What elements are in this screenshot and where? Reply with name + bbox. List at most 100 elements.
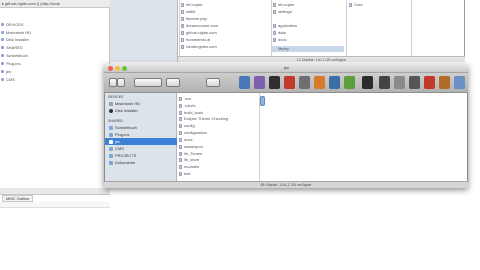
app-icon[interactable] (379, 76, 390, 89)
file-item[interactable]: lib_store (179, 157, 199, 163)
file-item[interactable]: .svn (179, 96, 191, 102)
window-titlebar[interactable]: jen (104, 64, 468, 73)
terminal-icon[interactable] (269, 76, 280, 89)
folder-icon (109, 147, 113, 151)
tree-node-icon (1, 78, 4, 81)
app-icon[interactable] (454, 76, 465, 89)
folder-icon (273, 3, 276, 7)
sidebar-section-devices: DEVICES (108, 95, 124, 99)
column-scroller[interactable] (260, 96, 265, 106)
forward-button[interactable] (117, 78, 125, 87)
folder-icon (179, 97, 182, 101)
app-icon[interactable] (394, 76, 405, 89)
breadcrumb[interactable]: ▸ github-rights.com § (http://svnk (2, 2, 60, 6)
tree-item[interactable]: jen (1, 69, 11, 75)
folder-icon (181, 3, 184, 7)
file-item[interactable]: test (179, 171, 190, 177)
tab-mmc-outline[interactable]: MMC Outline (2, 195, 34, 202)
close-button[interactable] (108, 66, 113, 71)
tree-node-icon (1, 70, 4, 73)
app-icon[interactable] (344, 76, 355, 89)
list-item[interactable]: flumme.php (181, 16, 207, 22)
folder-icon (109, 126, 113, 130)
folder-icon (181, 10, 184, 14)
file-column: .svn .cdn/in build_tools Eclipse Theme C… (178, 93, 260, 181)
list-item[interactable]: dreamcourse.com (181, 23, 218, 29)
folder-icon (179, 158, 182, 162)
disk-icon (109, 102, 113, 106)
file-item[interactable]: configuration (179, 130, 207, 136)
finder-sidebar: DEVICES Macintosh HD Disk Installer SHAR… (105, 93, 177, 181)
action-button[interactable] (206, 78, 220, 87)
folder-icon (179, 111, 182, 115)
tree-item[interactable]: DEVICES (1, 22, 24, 28)
finder-toolbar (104, 73, 468, 93)
tree-item[interactable]: Macintosh HD (1, 30, 31, 36)
list-item[interactable]: library (272, 46, 344, 52)
folder-icon (181, 17, 184, 21)
app-icon[interactable] (239, 76, 250, 89)
list-item[interactable]: application (273, 23, 297, 29)
column-divider (179, 0, 180, 62)
app-icon[interactable] (314, 76, 325, 89)
back-button[interactable] (109, 78, 117, 87)
app-icon[interactable] (439, 76, 450, 89)
file-item[interactable]: config (179, 123, 195, 129)
list-item[interactable]: Core (349, 2, 363, 8)
column-divider (411, 0, 412, 62)
list-item[interactable]: htf.copter (181, 2, 203, 8)
sidebar-section-shared: SHARED (108, 119, 123, 123)
file-item[interactable]: .cdn/in (179, 103, 196, 109)
folder-icon (181, 24, 184, 28)
minimize-button[interactable] (115, 66, 120, 71)
list-item[interactable]: settings (273, 9, 292, 15)
app-icon[interactable] (284, 76, 295, 89)
file-item[interactable]: Eclipse Theme Checking (179, 116, 228, 122)
list-item[interactable]: github-rights.com (181, 30, 217, 36)
list-item[interactable]: stdlib (181, 9, 195, 15)
folder-icon (179, 131, 182, 135)
list-item[interactable]: hummersto.ai (181, 37, 210, 43)
tree-item[interactable]: Schnellbuch (1, 53, 28, 59)
app-icon[interactable] (254, 76, 265, 89)
folder-icon (109, 161, 113, 165)
tree-node-icon (1, 31, 4, 34)
app-icon[interactable] (329, 76, 340, 89)
zoom-button[interactable] (122, 66, 127, 71)
list-item[interactable]: randengines.com (181, 44, 217, 50)
folder-icon (179, 165, 182, 169)
tree-item[interactable]: Plug-ins (1, 61, 20, 67)
app-icon[interactable] (299, 76, 310, 89)
folder-icon (273, 24, 276, 28)
tree-node-icon (1, 62, 4, 65)
app-icon[interactable] (424, 76, 435, 89)
list-item[interactable]: data (273, 30, 286, 36)
view-mode-segmented[interactable] (134, 78, 162, 87)
folder-icon (179, 124, 182, 128)
folder-icon (179, 145, 182, 149)
file-item[interactable]: dataexport (179, 144, 203, 150)
project-explorer: DEVICES Macintosh HD Disk Installer SHAR… (0, 8, 110, 188)
status-bar: 13 Objekte, 140,1 GB verfügbar (178, 56, 465, 62)
column-divider (346, 0, 347, 62)
tree-node-icon (1, 23, 4, 26)
list-item[interactable]: docs (273, 37, 286, 43)
list-item[interactable]: htf.copter (273, 2, 295, 8)
folder-icon (179, 104, 182, 108)
file-item[interactable]: docs (179, 137, 192, 143)
tree-item[interactable]: SHARED (1, 45, 23, 51)
tree-item[interactable]: Disk Installer (1, 37, 29, 43)
tree-node-icon (1, 54, 4, 57)
window-title: jen (284, 66, 290, 70)
folder-icon (179, 152, 182, 156)
file-item[interactable]: modules (179, 164, 199, 170)
app-icon[interactable] (409, 76, 420, 89)
eclipse-breadcrumb-bar: ▸ github-rights.com § (http://svnk (0, 0, 110, 8)
app-icon[interactable] (362, 76, 373, 89)
quicklook-button[interactable] (166, 78, 180, 87)
folder-icon (273, 38, 276, 42)
outline-toolbar (0, 202, 110, 208)
tree-item[interactable]: CMS (1, 77, 15, 83)
folder-icon (349, 3, 352, 7)
column-divider (271, 0, 272, 62)
